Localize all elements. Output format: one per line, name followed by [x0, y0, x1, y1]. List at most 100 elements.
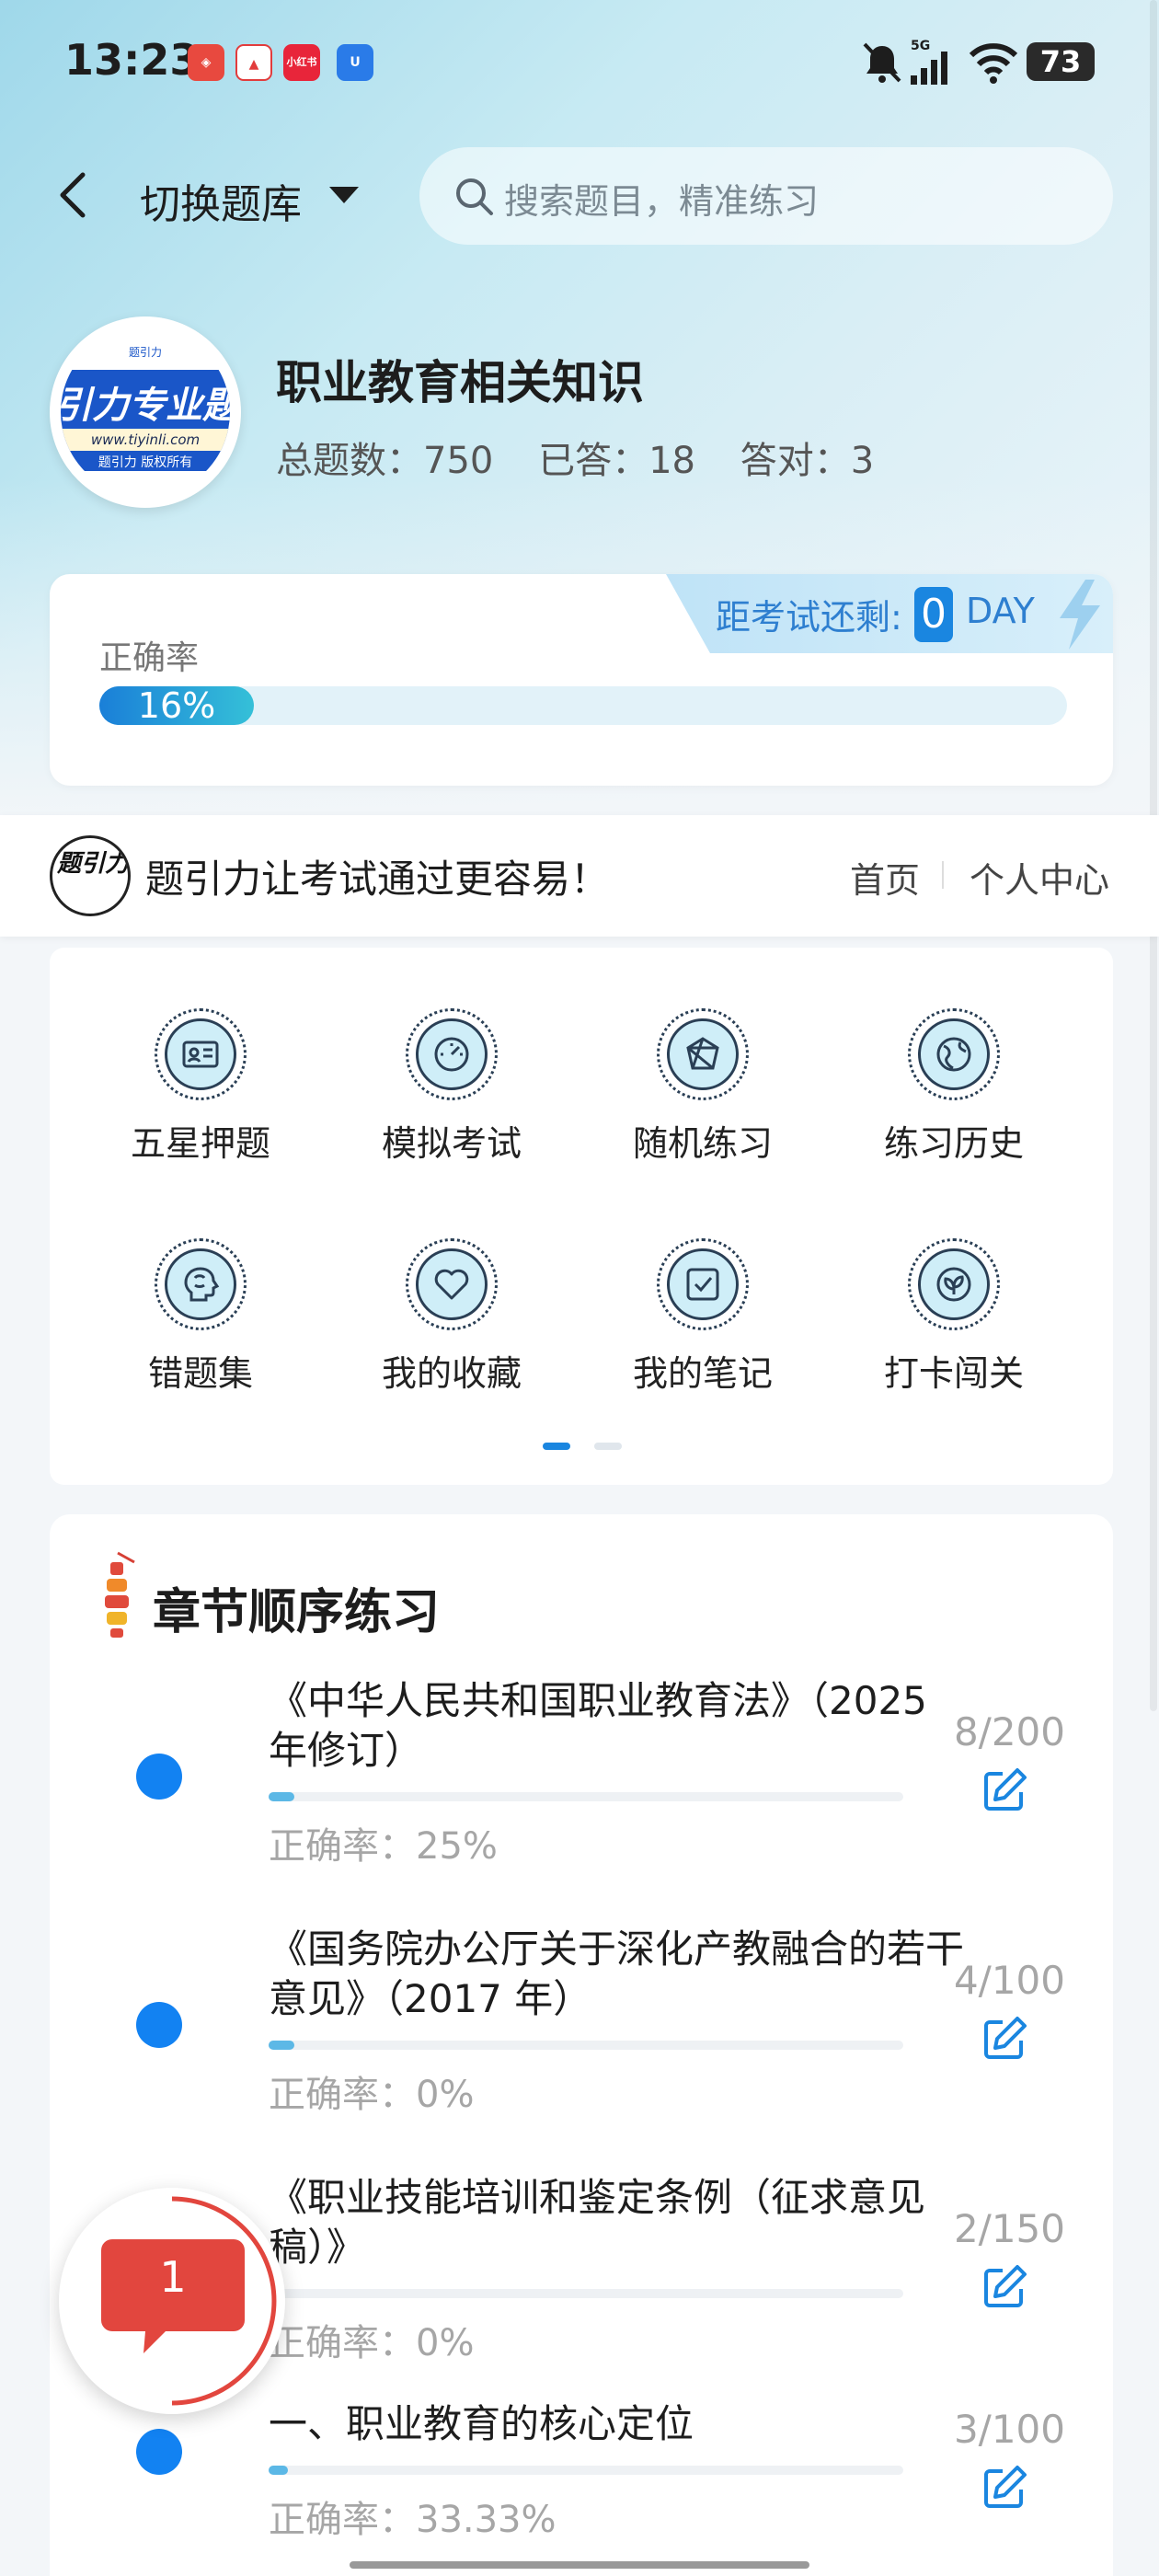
- page-dot-active[interactable]: [543, 1443, 570, 1450]
- chapter-name: 《职业技能培训和鉴定条例（征求意见稿）》: [269, 2175, 926, 2270]
- home-indicator[interactable]: [350, 2561, 809, 2569]
- countdown-label: 距考试还剩:: [716, 597, 902, 638]
- feature-icon-circle: [918, 1018, 990, 1090]
- app-notification-icon: ▲: [235, 44, 272, 81]
- feature-label: 模拟考试: [381, 1123, 522, 1164]
- chapter-name: 《中华人民共和国职业教育法》（2025 年修订）: [269, 1678, 927, 1773]
- bank-logo-image: 题引力 引力专业题 www.tiyinli.com 题引力 版权所有: [61, 328, 230, 497]
- chapter-accuracy: 正确率：0%: [269, 2322, 475, 2364]
- brain-head-icon: [184, 1267, 220, 1302]
- edit-icon[interactable]: [981, 2015, 1028, 2063]
- feature-grid: 五星押题 模拟考试 随机练习 练习历史错题集 我的收藏 我的笔记 打卡闯关: [50, 948, 1113, 1485]
- chapter-bullet: [136, 1754, 182, 1800]
- chapter-item[interactable]: 一、职业教育的核心定位 正确率：33.33% 3/100: [50, 2399, 1113, 2576]
- feature-item[interactable]: 随机练习: [602, 968, 804, 1164]
- battery-indicator: 73: [1027, 42, 1095, 81]
- feature-icon-circle: [165, 1018, 236, 1090]
- feature-label: 打卡闯关: [883, 1353, 1024, 1394]
- feature-icon-ring: [908, 1238, 1000, 1330]
- feature-icon-ring: [908, 1008, 1000, 1100]
- wifi-icon: [969, 43, 1018, 84]
- feature-item[interactable]: 错题集: [99, 1198, 302, 1394]
- feature-label: 我的收藏: [381, 1353, 522, 1394]
- network-icon: [686, 1037, 719, 1070]
- app-notification-icon: 小红书: [283, 44, 320, 81]
- feature-item[interactable]: 练习历史: [853, 968, 1055, 1164]
- edit-icon[interactable]: [981, 2263, 1028, 2311]
- feature-icon-ring: [406, 1238, 498, 1330]
- logo-copyright: 题引力 版权所有: [98, 455, 193, 470]
- chapter-accuracy: 正确率：0%: [269, 2074, 475, 2116]
- caret-down-icon[interactable]: [329, 187, 359, 203]
- chapter-count: 2/150: [953, 2206, 1065, 2251]
- total-questions: 总题数：750: [276, 440, 494, 482]
- unread-count: 1: [159, 2252, 187, 2302]
- feature-label: 我的笔记: [632, 1353, 773, 1394]
- firecracker-icon: [105, 1551, 135, 1638]
- chapter-accuracy: 正确率：25%: [269, 1825, 498, 1868]
- feature-icon-circle: [165, 1248, 236, 1320]
- chapter-accuracy: 正确率：33.33%: [269, 2499, 557, 2541]
- feature-label: 错题集: [147, 1353, 253, 1394]
- chapter-progress-fill: [269, 2041, 294, 2050]
- app-notification-icon: U: [337, 44, 373, 81]
- accuracy-progress-bar: 16%: [99, 686, 1067, 725]
- id-card-icon: [182, 1041, 219, 1068]
- feature-icon-ring: [406, 1008, 498, 1100]
- feature-item[interactable]: 打卡闯关: [853, 1198, 1055, 1394]
- feature-item[interactable]: 模拟考试: [350, 968, 553, 1164]
- edit-icon[interactable]: [981, 1766, 1028, 1814]
- bank-title: 职业教育相关知识: [276, 356, 644, 409]
- gauge-icon: [434, 1037, 469, 1072]
- feature-label: 五星押题: [130, 1123, 270, 1164]
- divider: [942, 861, 944, 889]
- feature-icon-ring: [657, 1008, 749, 1100]
- chapter-practice-section: 章节顺序练习 《中华人民共和国职业教育法》（2025 年修订） 正确率：25% 8/…: [50, 1514, 1113, 2576]
- chapter-bullet: [136, 2002, 182, 2048]
- chapter-name: 《国务院办公厅关于深化产教融合的若干意见》（2017 年）: [269, 1926, 965, 2021]
- chapter-name: 一、职业教育的核心定位: [269, 2401, 694, 2446]
- logo-url: www.tiyinli.com: [61, 429, 230, 451]
- chapter-count: 4/100: [953, 1958, 1065, 2003]
- edit-icon[interactable]: [981, 2464, 1028, 2512]
- app-notification-icon: ◈: [188, 44, 224, 81]
- feature-label: 练习历史: [883, 1123, 1024, 1164]
- lightning-icon: [1060, 580, 1100, 650]
- floating-message-button[interactable]: 1: [59, 2188, 285, 2414]
- chapter-progress-bar: [269, 2041, 903, 2050]
- feature-item[interactable]: 五星押题: [99, 968, 302, 1164]
- feature-item[interactable]: 我的收藏: [350, 1198, 553, 1394]
- countdown-value: 0: [914, 587, 953, 642]
- search-placeholder: 搜索题目，精准练习: [504, 181, 820, 222]
- brand-slogan: 题引力让考试通过更容易！: [145, 857, 610, 902]
- feature-icon-circle: [667, 1018, 739, 1090]
- brand-logo-text: 题引力: [56, 850, 129, 878]
- accuracy-card: 距考试还剩: 0 DAY 正确率 16%: [50, 574, 1113, 786]
- answered-count: 已答：18: [538, 440, 695, 482]
- chapter-count: 8/200: [953, 1709, 1065, 1754]
- personal-center-link[interactable]: 个人中心: [970, 852, 1109, 903]
- globe-icon: [936, 1037, 971, 1072]
- chapter-bullet: [136, 2429, 182, 2475]
- chapter-item[interactable]: 《国务院办公厅关于深化产教融合的若干意见》（2017 年） 正确率：0% 4/100: [50, 1925, 1113, 2155]
- feature-item[interactable]: 我的笔记: [602, 1198, 804, 1394]
- status-bar: 13:23 ◈ ▲ 小红书 U 5G 73: [0, 0, 1159, 129]
- chapter-progress-bar: [269, 2289, 903, 2298]
- search-input[interactable]: 搜索题目，精准练习: [419, 147, 1113, 245]
- chapter-progress-bar: [269, 2466, 903, 2475]
- feature-icon-ring: [155, 1238, 247, 1330]
- feature-icon-circle: [416, 1018, 488, 1090]
- home-link[interactable]: 首页: [850, 852, 920, 903]
- chapter-count: 3/100: [953, 2407, 1065, 2452]
- accuracy-label: 正确率: [99, 639, 200, 677]
- feature-icon-circle: [918, 1248, 990, 1320]
- heart-icon: [434, 1269, 469, 1300]
- exam-countdown: 距考试还剩: 0 DAY: [666, 574, 1113, 653]
- switch-bank-button[interactable]: 切换题库: [140, 171, 302, 230]
- chapter-progress-bar: [269, 1792, 903, 1801]
- back-arrow-icon[interactable]: [52, 167, 96, 223]
- feature-icon-ring: [657, 1238, 749, 1330]
- logo-brand-mark: 题引力: [128, 346, 162, 359]
- page-dot[interactable]: [594, 1443, 622, 1450]
- chapter-item[interactable]: 《中华人民共和国职业教育法》（2025 年修订） 正确率：25% 8/200: [50, 1676, 1113, 1906]
